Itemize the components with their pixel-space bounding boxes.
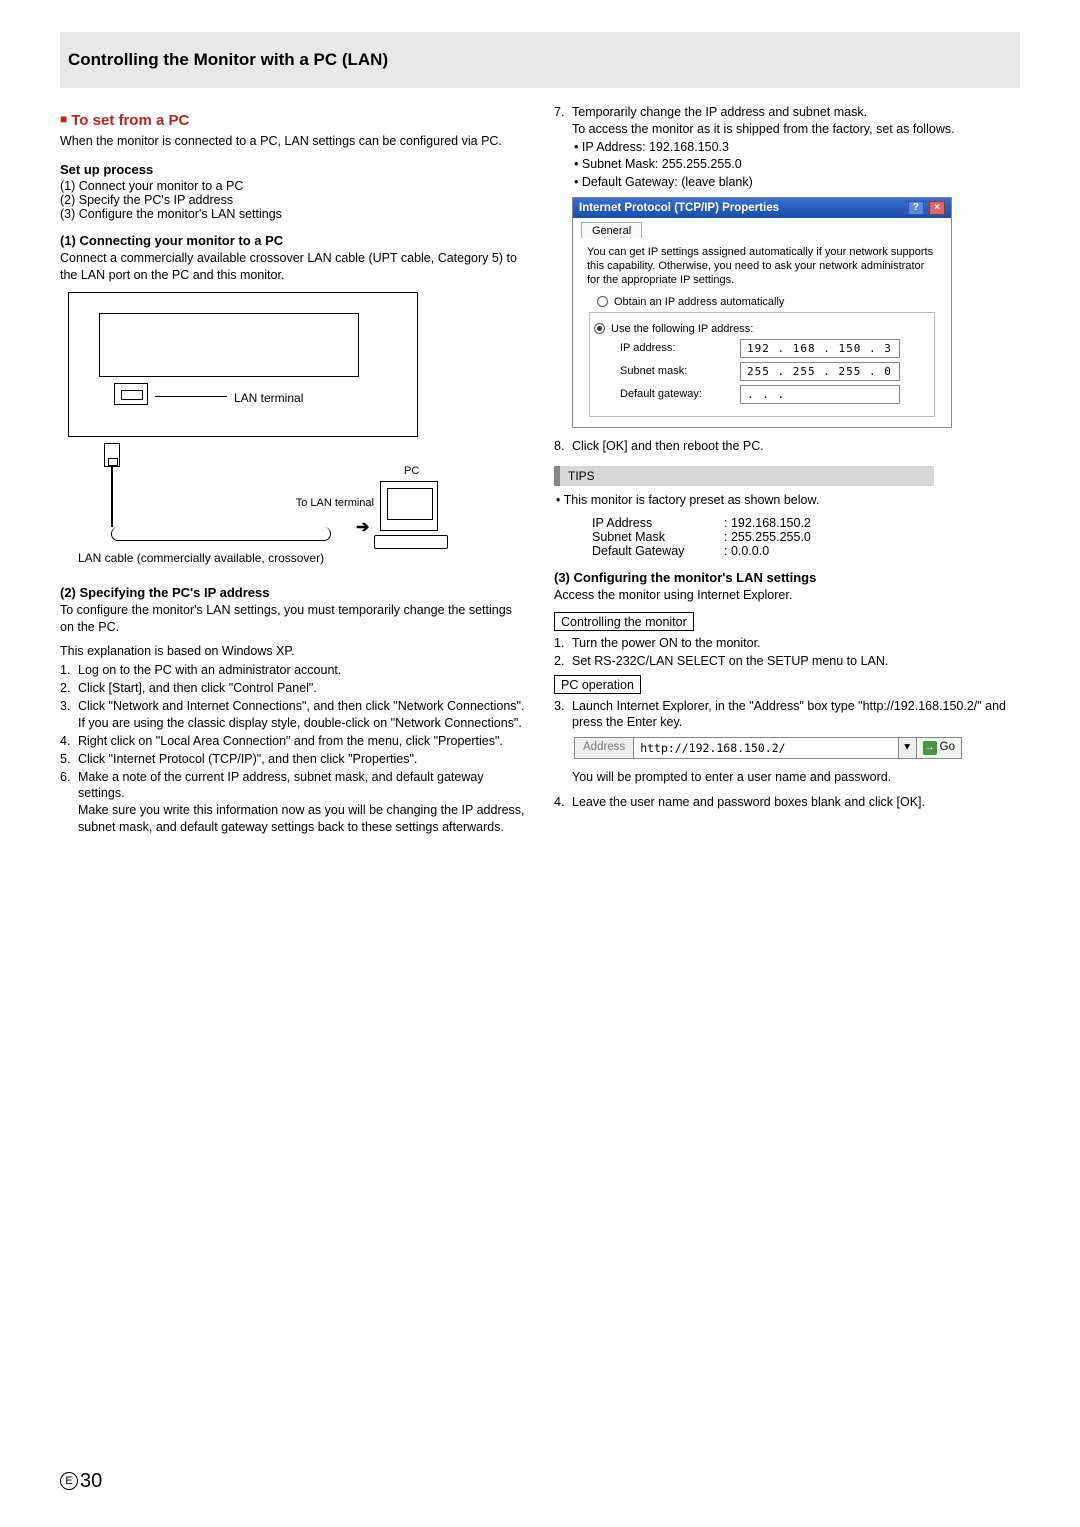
- list-item: 2.Set RS-232C/LAN SELECT on the SETUP me…: [554, 653, 1020, 670]
- help-icon[interactable]: ?: [908, 201, 924, 215]
- radio-obtain-auto[interactable]: Obtain an IP address automatically: [597, 296, 937, 308]
- address-bar-input[interactable]: http://192.168.150.2/: [634, 738, 897, 758]
- diagram-to-lan-label: To LAN terminal: [274, 497, 374, 509]
- prompt-text: You will be prompted to enter a user nam…: [572, 769, 1020, 786]
- diagram-card-icon: [99, 313, 359, 377]
- list-item: 3.Launch Internet Explorer, in the "Addr…: [554, 698, 1020, 732]
- list-item: IP Address: 192.168.150.3: [574, 139, 1020, 157]
- list-item: 4.Right click on "Local Area Connection"…: [60, 733, 526, 750]
- step7-body: To access the monitor as it is shipped f…: [572, 122, 955, 136]
- setup-step: (1) Connect your monitor to a PC: [60, 179, 526, 193]
- s3-heading: (3) Configuring the monitor's LAN settin…: [554, 570, 1020, 585]
- page-number: 30: [80, 1470, 102, 1492]
- left-heading: ■ To set from a PC: [60, 112, 526, 129]
- close-icon[interactable]: ×: [929, 201, 945, 215]
- list-item: 8.Click [OK] and then reboot the PC.: [554, 438, 1020, 455]
- default-gateway-label: Default gateway:: [620, 388, 740, 400]
- s1-text: Connect a commercially available crossov…: [60, 250, 526, 284]
- banner-title: Controlling the Monitor with a PC (LAN): [68, 50, 1012, 70]
- radio-icon: [594, 323, 605, 334]
- monitor-diagram: LAN terminal: [68, 292, 418, 437]
- arrow-right-icon: ➔: [356, 517, 369, 537]
- diagram-jack-icon: [104, 443, 120, 467]
- controlling-monitor-list: 1.Turn the power ON to the monitor. 2.Se…: [554, 635, 1020, 670]
- setup-process-heading: Set up process: [60, 162, 526, 177]
- tips-kv: Default Gateway: 0.0.0.0: [592, 544, 1020, 558]
- address-bar-go-button[interactable]: →Go: [916, 738, 961, 758]
- tips-line: This monitor is factory preset as shown …: [556, 492, 1020, 510]
- address-bar-label: Address: [575, 738, 634, 758]
- list-item: 2.Click [Start], and then click "Control…: [60, 680, 526, 697]
- setup-process-list: (1) Connect your monitor to a PC (2) Spe…: [60, 179, 526, 221]
- setup-step: (3) Configure the monitor's LAN settings: [60, 207, 526, 221]
- ip-address-field[interactable]: 192 . 168 . 150 . 3: [740, 339, 900, 358]
- right-column: 7.Temporarily change the IP address and …: [554, 104, 1020, 837]
- ie-address-bar: Address http://192.168.150.2/ ▾ →Go: [574, 737, 962, 759]
- diagram-caption: LAN cable (commercially available, cross…: [78, 551, 324, 565]
- square-bullet-icon: ■: [60, 112, 67, 126]
- list-item: Default Gateway: (leave blank): [574, 174, 1020, 192]
- list-item: 5.Click "Internet Protocol (TCP/IP)", an…: [60, 751, 526, 768]
- radio-use-following[interactable]: Use the following IP address:: [594, 323, 930, 335]
- pc-operation-box: PC operation: [554, 675, 641, 694]
- list-item: 4.Leave the user name and password boxes…: [554, 794, 1020, 811]
- s3-text: Access the monitor using Internet Explor…: [554, 587, 1020, 604]
- radio-icon: [597, 296, 608, 307]
- page-footer: E30: [60, 1470, 102, 1493]
- subnet-mask-field[interactable]: 255 . 255 . 255 . 0: [740, 362, 900, 381]
- diagram-lan-label: LAN terminal: [234, 391, 303, 405]
- section-banner: Controlling the Monitor with a PC (LAN): [60, 32, 1020, 88]
- left-column: ■ To set from a PC When the monitor is co…: [60, 104, 526, 837]
- tips-kv: IP Address: 192.168.150.2: [592, 516, 1020, 530]
- right-steps-7: 7.Temporarily change the IP address and …: [554, 104, 1020, 138]
- tab-general[interactable]: General: [581, 222, 642, 238]
- window-title: Internet Protocol (TCP/IP) Properties: [579, 202, 779, 214]
- diagram-leader-line: [155, 396, 227, 397]
- pc-operation-list: 3.Launch Internet Explorer, in the "Addr…: [554, 698, 1020, 732]
- tips-header: TIPS: [554, 466, 934, 486]
- pc-monitor-icon: [380, 481, 438, 531]
- s2-heading: (2) Specifying the PC's IP address: [60, 585, 526, 600]
- region-mark-icon: E: [60, 1472, 78, 1490]
- address-bar-dropdown[interactable]: ▾: [898, 738, 916, 758]
- pc-operation-list-2: 4.Leave the user name and password boxes…: [554, 794, 1020, 811]
- list-item: 1.Log on to the PC with an administrator…: [60, 662, 526, 679]
- setup-step: (2) Specify the PC's IP address: [60, 193, 526, 207]
- window-titlebar: Internet Protocol (TCP/IP) Properties ? …: [573, 198, 951, 218]
- tips-list: This monitor is factory preset as shown …: [556, 492, 1020, 510]
- controlling-monitor-box: Controlling the monitor: [554, 612, 694, 631]
- list-item: Subnet Mask: 255.255.255.0: [574, 156, 1020, 174]
- subnet-mask-label: Subnet mask:: [620, 365, 740, 377]
- list-item: 1.Turn the power ON to the monitor.: [554, 635, 1020, 652]
- tips-kv: Subnet Mask: 255.255.255.0: [592, 530, 1020, 544]
- left-heading-text: To set from a PC: [71, 112, 189, 129]
- ip-address-label: IP address:: [620, 342, 740, 354]
- tcpip-properties-window: Internet Protocol (TCP/IP) Properties ? …: [572, 197, 952, 427]
- diagram-lan-port-icon: [114, 383, 148, 405]
- list-item: 3.Click "Network and Internet Connection…: [60, 698, 526, 732]
- left-intro: When the monitor is connected to a PC, L…: [60, 133, 526, 150]
- go-arrow-icon: →: [923, 741, 937, 755]
- window-desc: You can get IP settings assigned automat…: [587, 246, 937, 287]
- step7-bullets: IP Address: 192.168.150.3 Subnet Mask: 2…: [574, 139, 1020, 192]
- cable-pc-diagram: ➔ PC To LAN terminal LAN cable (commerci…: [68, 443, 448, 573]
- s2-p2: This explanation is based on Windows XP.: [60, 643, 526, 660]
- s2-steps: 1.Log on to the PC with an administrator…: [60, 662, 526, 836]
- s2-p1: To configure the monitor's LAN settings,…: [60, 602, 526, 636]
- right-steps-8: 8.Click [OK] and then reboot the PC.: [554, 438, 1020, 455]
- list-item: 6.Make a note of the current IP address,…: [60, 769, 526, 837]
- default-gateway-field[interactable]: . . .: [740, 385, 900, 404]
- diagram-pc-label: PC: [404, 465, 419, 477]
- s1-heading: (1) Connecting your monitor to a PC: [60, 233, 526, 248]
- list-item: 7.Temporarily change the IP address and …: [554, 104, 1020, 138]
- pc-keyboard-icon: [374, 535, 448, 549]
